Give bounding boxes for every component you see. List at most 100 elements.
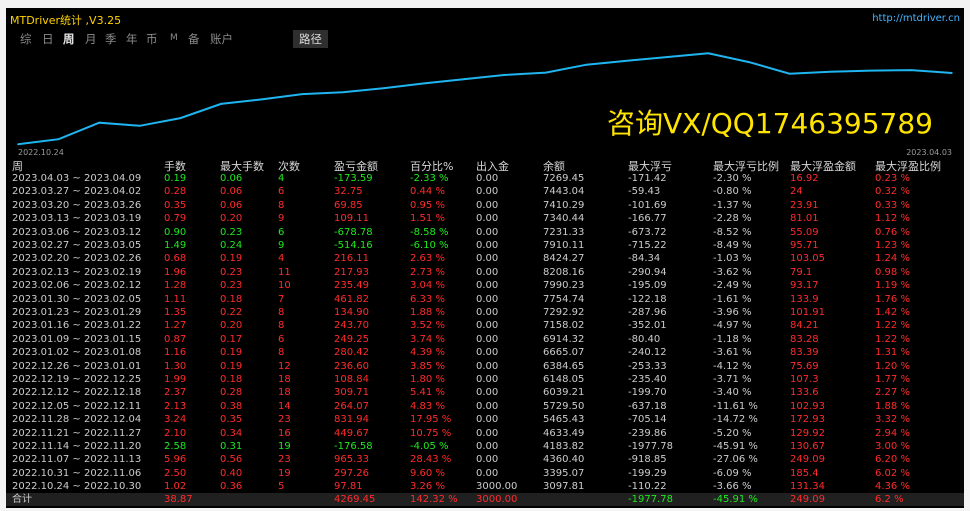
table-row[interactable]: 2023.02.20 ~ 2023.02.26 0.68 0.19 4 216.11 2.… xyxy=(6,252,964,265)
table-row[interactable]: 2023.03.13 ~ 2023.03.19 0.79 0.20 9 109.11 1.… xyxy=(6,212,964,225)
col-max-floating-profit-pct-cell: 1.12 % xyxy=(875,213,910,225)
tab-account[interactable]: 账户 xyxy=(210,31,233,47)
total-row[interactable]: 合计 38.87 4269.45 142.32 % 3000.00 -1977.78 -45… xyxy=(6,493,964,506)
col-pct-cell: -6.10 % xyxy=(410,240,449,251)
col-trades-cell: 6 xyxy=(278,333,285,345)
table-row[interactable]: 2023.01.16 ~ 2023.01.22 1.27 0.20 8 243.70 3.… xyxy=(6,319,964,332)
col-pnl-cell: 264.07 xyxy=(334,400,369,412)
col-max-drawdown-pct-cell: -6.09 % xyxy=(713,467,752,479)
table-row[interactable]: 2023.01.02 ~ 2023.01.08 1.16 0.19 8 280.42 4.… xyxy=(6,346,964,359)
col-lots-cell: 5.96 xyxy=(164,454,187,466)
table-header: 周手数 最大手数 次数 盈亏金额 百分比% 出入金 余额 最大浮亏 最大浮亏比例 最大浮盈金额 最大… xyxy=(6,158,964,173)
col-pct-cell: -8.58 % xyxy=(410,226,449,238)
table-row[interactable]: 2022.11.14 ~ 2022.11.20 2.58 0.31 19 -176.58… xyxy=(6,440,964,453)
col-trades-cell: 18 xyxy=(278,374,291,385)
table-row[interactable]: 2023.04.03 ~ 2023.04.09 0.19 0.06 4 -173.59 -… xyxy=(6,172,964,185)
col-max-floating-profit-cell: 95.71 xyxy=(790,240,819,251)
col-balance-cell: 7754.74 xyxy=(543,293,585,305)
col-max-lots-cell: 0.38 xyxy=(220,400,243,412)
col-deposit-cell: 0.00 xyxy=(476,427,499,439)
col-pnl-cell: 134.90 xyxy=(334,307,369,318)
col-max-lots-cell: 0.06 xyxy=(220,186,243,198)
table-row[interactable]: 2023.01.23 ~ 2023.01.29 1.35 0.22 8 134.90 1.… xyxy=(6,306,964,319)
col-week-cell: 2023.02.20 ~ 2023.02.26 xyxy=(12,253,142,265)
col-lots-cell: 0.79 xyxy=(164,213,187,225)
col-lots-cell: 3.24 xyxy=(164,414,187,426)
table-row[interactable]: 2023.02.13 ~ 2023.02.19 1.96 0.23 11 217.93 2… xyxy=(6,266,964,279)
col-pct-cell: 3.74 % xyxy=(410,333,445,345)
table-row[interactable]: 2022.12.19 ~ 2022.12.25 1.99 0.18 18 108.84 1… xyxy=(6,373,964,386)
col-balance-cell: 7231.33 xyxy=(543,226,585,238)
col-max-drawdown-cell: -166.77 xyxy=(628,213,667,225)
table-row[interactable]: 2022.11.07 ~ 2022.11.13 5.96 0.56 23 965.33 2… xyxy=(6,453,964,466)
col-lots-total-cell: 38.87 xyxy=(164,494,193,505)
col-balance-cell: 5729.50 xyxy=(543,400,585,412)
tab-symbol[interactable]: 币 xyxy=(146,31,158,47)
col-week-cell: 2023.03.27 ~ 2023.04.02 xyxy=(12,186,142,198)
col-trades-cell: 9 xyxy=(278,240,285,251)
col-pnl-cell: 243.70 xyxy=(334,320,369,332)
tab-weekly[interactable]: 周 xyxy=(63,31,75,47)
website-link[interactable]: http://mtdriver.cn xyxy=(872,13,960,24)
col-lots-cell: 1.28 xyxy=(164,280,187,292)
col-balance-cell: 7292.92 xyxy=(543,307,585,318)
table-row[interactable]: 2022.11.28 ~ 2022.12.04 3.24 0.35 23 831.94 1… xyxy=(6,413,964,426)
col-trades-cell: 14 xyxy=(278,400,291,412)
col-max-floating-profit-cell: 75.69 xyxy=(790,360,819,372)
col-pct-cell: 17.95 % xyxy=(410,414,452,426)
tab-yearly[interactable]: 年 xyxy=(126,31,138,47)
table-row[interactable]: 2023.01.30 ~ 2023.02.05 1.11 0.18 7 461.82 6.… xyxy=(6,293,964,306)
table-row[interactable]: 2022.10.31 ~ 2022.11.06 2.50 0.40 19 297.26 9… xyxy=(6,467,964,480)
col-week-cell: 2022.12.05 ~ 2022.12.11 xyxy=(12,400,142,412)
tab-monthly[interactable]: 月 xyxy=(85,31,97,47)
table-row[interactable]: 2022.11.21 ~ 2022.11.27 2.10 0.34 16 449.67 1… xyxy=(6,427,964,440)
col-lots-cell: 1.99 xyxy=(164,374,187,385)
col-pct-cell: 4.83 % xyxy=(410,400,445,412)
col-max-floating-profit-pct-cell: 4.36 % xyxy=(875,481,910,493)
table-row[interactable]: 2023.02.27 ~ 2023.03.05 1.49 0.24 9 -514.16 -… xyxy=(6,239,964,252)
table-row[interactable]: 2023.02.06 ~ 2023.02.12 1.28 0.23 10 235.49 3… xyxy=(6,279,964,292)
table-row[interactable]: 2022.10.24 ~ 2022.10.30 1.02 0.36 5 97.81 3.2… xyxy=(6,480,964,493)
col-max-floating-profit-pct-cell: 2.27 % xyxy=(875,387,910,399)
tab-quarterly[interactable]: 季 xyxy=(105,31,117,47)
equity-point xyxy=(139,125,141,127)
col-trades-cell: 12 xyxy=(278,360,291,372)
col-max-lots-cell: 0.18 xyxy=(220,374,243,385)
table-row[interactable]: 2023.03.06 ~ 2023.03.12 0.90 0.23 6 -678.78 -… xyxy=(6,226,964,239)
col-max-floating-profit-cell: 103.05 xyxy=(790,253,825,265)
col-max-floating-profit-pct-cell: 0.32 % xyxy=(875,186,910,198)
tab-summary[interactable]: 综 xyxy=(20,31,32,47)
col-week-cell: 2022.10.31 ~ 2022.11.06 xyxy=(12,467,142,479)
col-pnl-cell: 109.11 xyxy=(334,213,369,225)
table-row[interactable]: 2023.03.27 ~ 2023.04.02 0.28 0.06 6 32.75 0.4… xyxy=(6,185,964,198)
equity-point xyxy=(57,138,60,140)
col-deposit-cell: 0.00 xyxy=(476,320,499,332)
col-trades-cell: 9 xyxy=(278,213,285,225)
table-row[interactable]: 2023.03.20 ~ 2023.03.26 0.35 0.06 8 69.85 0.9… xyxy=(6,199,964,212)
equity-point xyxy=(870,69,872,72)
path-button[interactable]: 路径 xyxy=(293,30,328,48)
col-max-lots-cell: 0.19 xyxy=(220,253,243,265)
tab-notes[interactable]: 备 xyxy=(188,31,200,47)
equity-point xyxy=(626,59,628,62)
tab-magic[interactable]: M xyxy=(170,33,178,43)
table-row[interactable]: 2022.12.05 ~ 2022.12.11 2.13 0.38 14 264.07 4… xyxy=(6,400,964,413)
col-pnl-cell: 297.26 xyxy=(334,467,369,479)
col-max-floating-profit-cell: 79.1 xyxy=(790,266,813,278)
col-max-drawdown-cell: -637.18 xyxy=(628,400,667,412)
table-row[interactable]: 2022.12.26 ~ 2023.01.01 1.30 0.19 12 236.60 3… xyxy=(6,360,964,373)
col-max-floating-profit-cell: 93.17 xyxy=(790,280,819,292)
col-max-floating-profit-pct-cell: 1.20 % xyxy=(875,360,910,372)
col-pct-cell: 28.43 % xyxy=(410,454,452,466)
col-balance-cell: 6914.32 xyxy=(543,333,585,345)
col-max-drawdown-cell: -918.85 xyxy=(628,454,667,466)
col-max-lots-cell: 0.31 xyxy=(220,441,243,452)
col-max-lots-cell: 0.17 xyxy=(220,333,243,345)
table-row[interactable]: 2022.12.12 ~ 2022.12.18 2.37 0.28 18 309.71 5… xyxy=(6,386,964,399)
col-week-cell: 2023.01.16 ~ 2023.01.22 xyxy=(12,320,142,332)
col-max-drawdown-pct-cell: -1.61 % xyxy=(713,293,752,305)
tab-daily[interactable]: 日 xyxy=(42,31,54,47)
table-row[interactable]: 2023.01.09 ~ 2023.01.15 0.87 0.17 6 249.25 3.… xyxy=(6,333,964,346)
col-lots-cell: 0.35 xyxy=(164,199,187,211)
col-lots-cell: 0.28 xyxy=(164,186,187,198)
